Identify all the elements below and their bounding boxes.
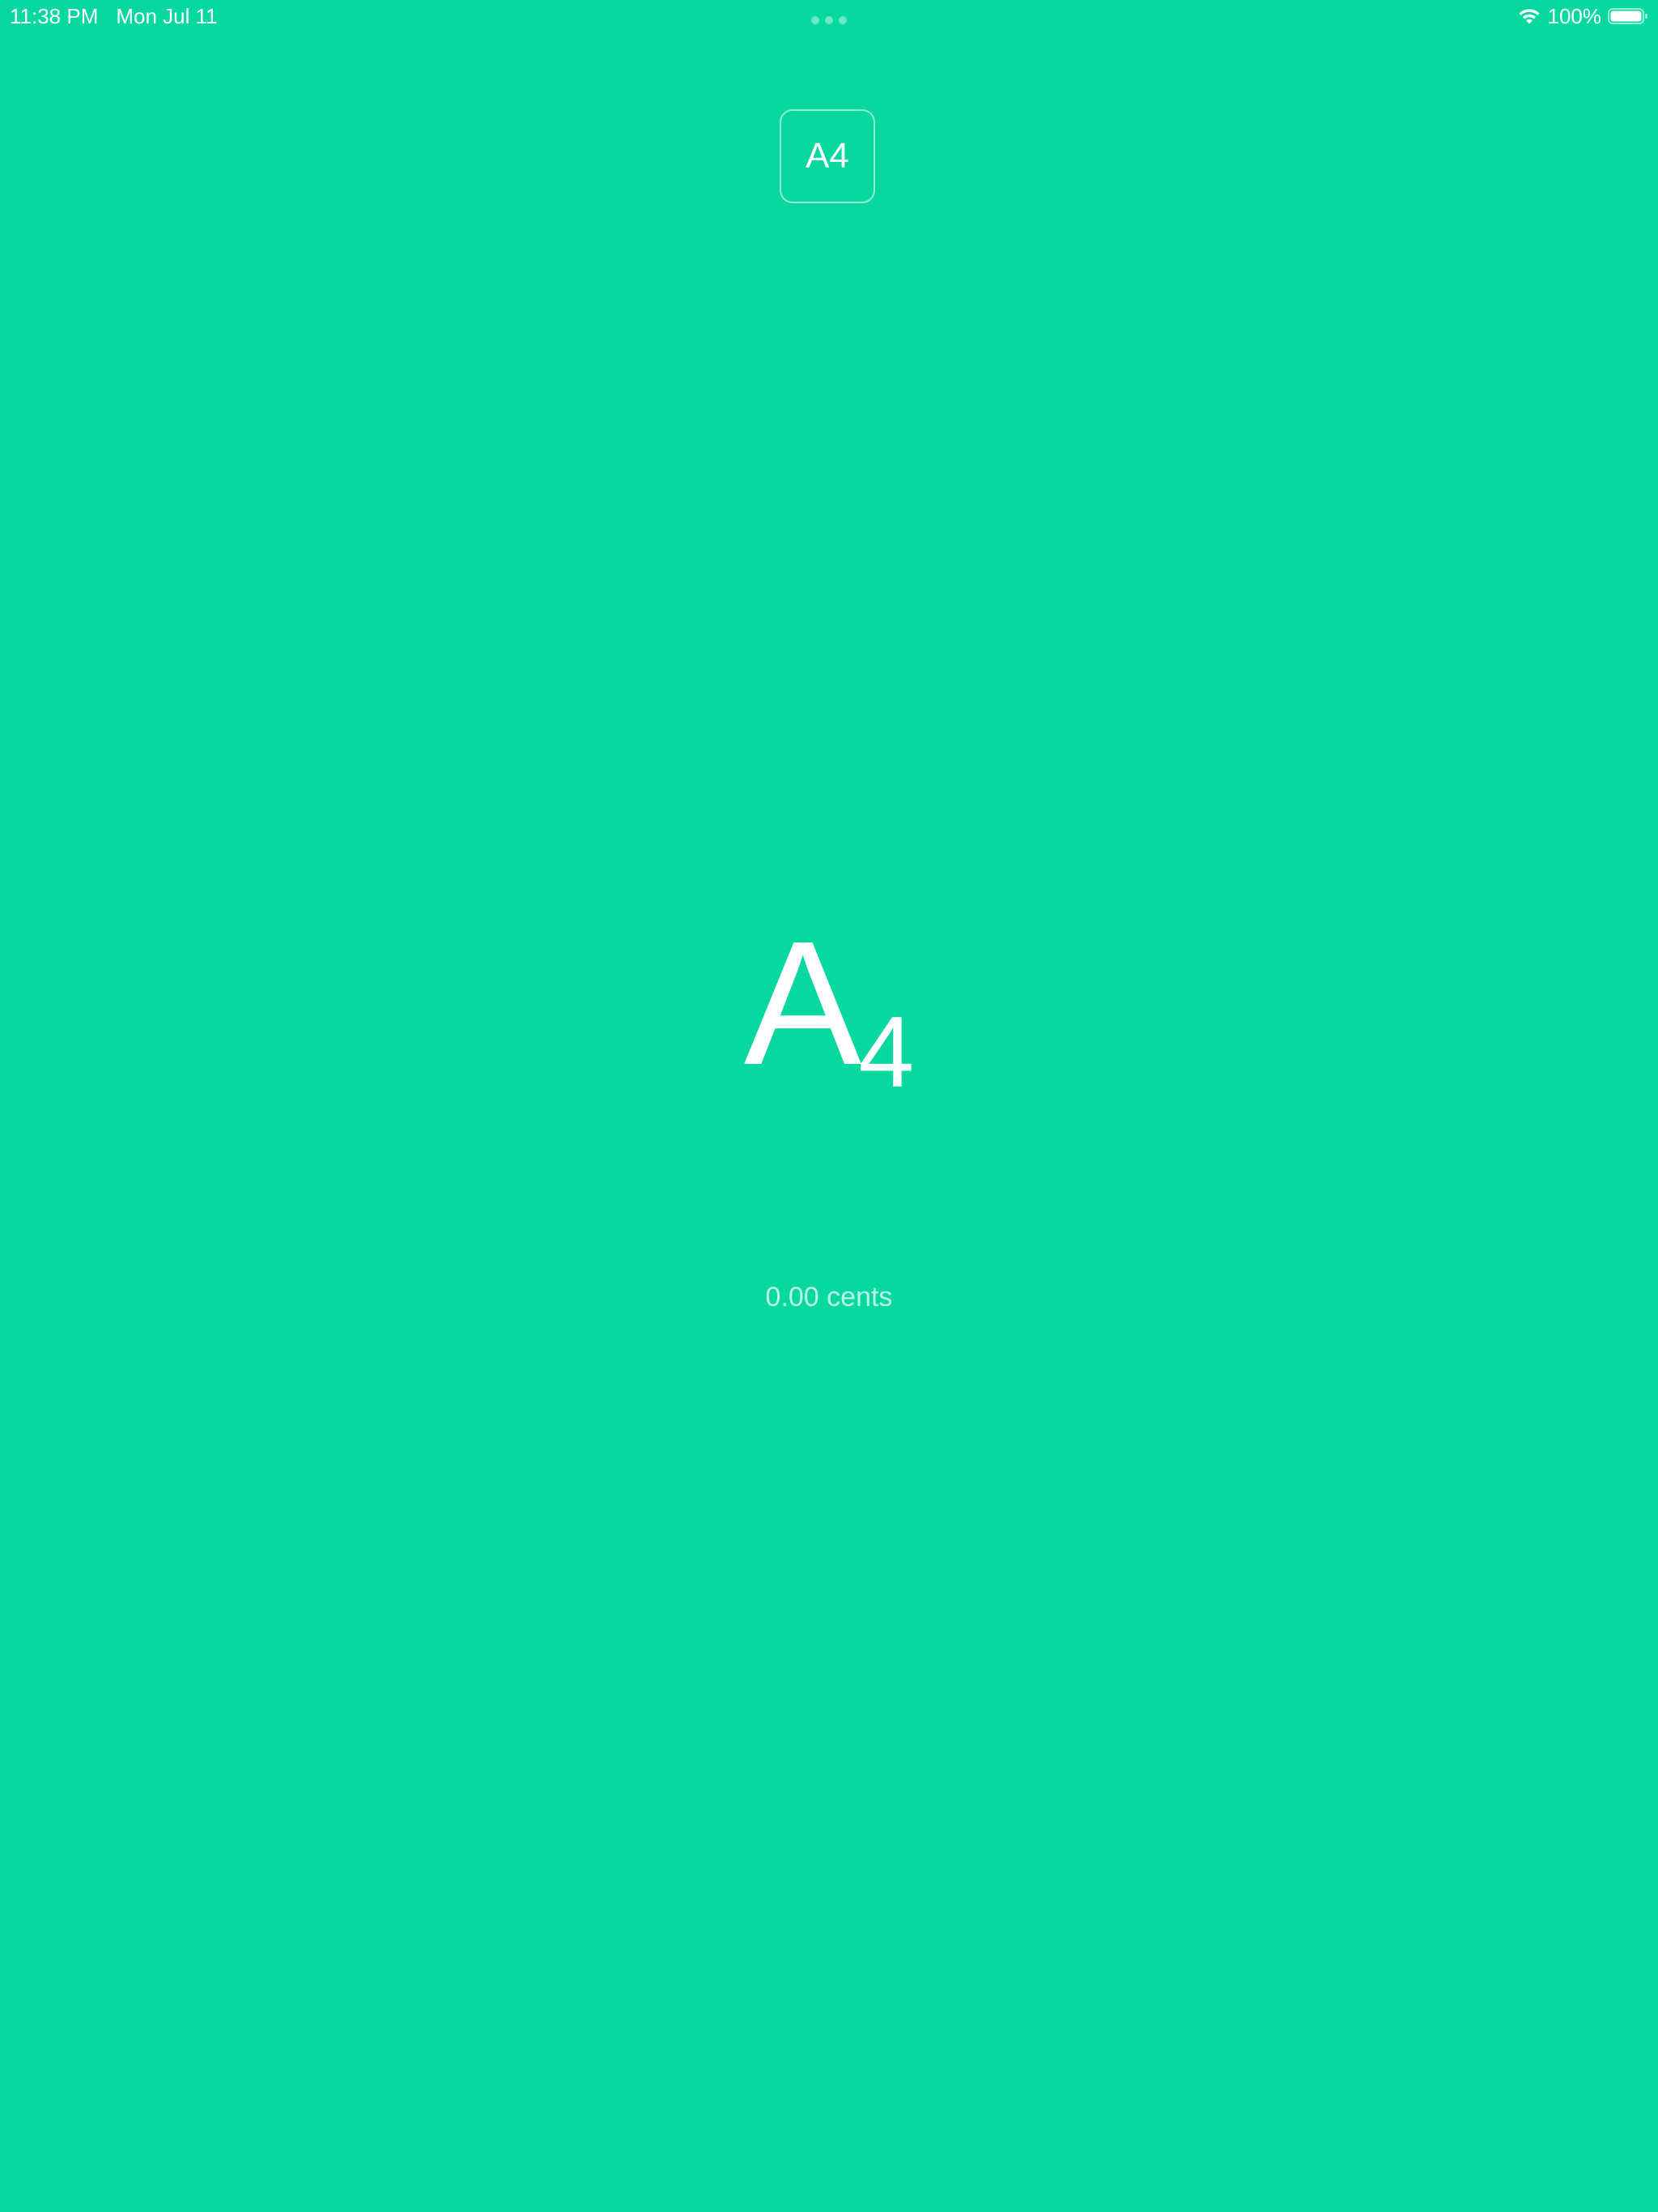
status-time-date: 11:38 PM Mon Jul 11 <box>10 3 218 29</box>
note-octave: 4 <box>858 997 915 1108</box>
cents-deviation: 0.00 cents <box>765 1282 893 1312</box>
note-selector-button[interactable]: A4 <box>780 109 875 203</box>
detected-note: A4 <box>0 899 1658 1109</box>
multitasking-dots-icon[interactable] <box>811 16 847 24</box>
battery-icon <box>1608 8 1647 24</box>
wifi-icon <box>1518 9 1540 24</box>
note-letter: A <box>743 905 862 1102</box>
battery-percent: 100% <box>1547 4 1602 28</box>
status-time: 11:38 PM <box>10 4 99 28</box>
status-bar: 11:38 PM Mon Jul 11 100% <box>0 0 1658 32</box>
status-indicators: 100% <box>1517 3 1649 29</box>
note-selector-label: A4 <box>806 136 849 176</box>
status-date: Mon Jul 11 <box>116 4 218 28</box>
